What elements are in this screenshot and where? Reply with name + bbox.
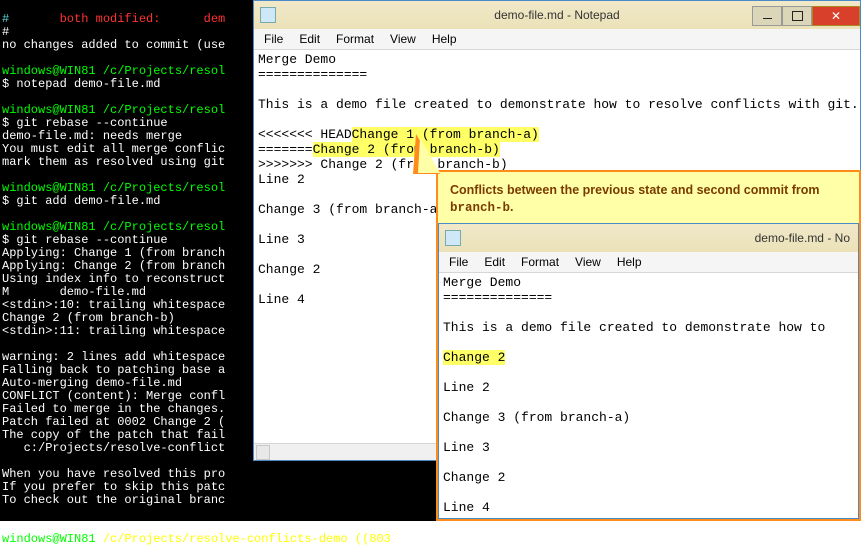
notepad-window-result[interactable]: demo-file.md - No File Edit Format View …	[438, 223, 859, 519]
window-title: demo-file.md - No	[755, 231, 850, 245]
menu-edit[interactable]: Edit	[476, 253, 513, 271]
t: Using index info to reconstruct	[2, 272, 225, 286]
t: Change 2 (from branch-b)	[2, 311, 175, 325]
text-editor[interactable]: Merge Demo ============== This is a demo…	[439, 273, 858, 518]
t: #	[2, 25, 9, 39]
titlebar[interactable]: demo-file.md - Notepad	[254, 1, 860, 29]
t: mark them as resolved using git	[2, 155, 225, 169]
menu-format[interactable]: Format	[328, 30, 382, 48]
menu-edit[interactable]: Edit	[291, 30, 328, 48]
line: Line 2	[443, 380, 490, 395]
annotation-callout: Conflicts between the previous state and…	[436, 170, 861, 521]
line: Change 3 (from branch-a)	[443, 410, 630, 425]
t: c:/Projects/resolve-conflict	[2, 441, 225, 455]
t: Failed to merge in the changes.	[2, 402, 225, 416]
line: Merge Demo	[258, 52, 336, 67]
t: Patch failed at 0002 Change 2 (	[2, 415, 225, 429]
t: You must edit all merge conflic	[2, 142, 225, 156]
line: Line 4	[443, 500, 490, 515]
t: M demo-file.md	[2, 285, 146, 299]
menubar: File Edit Format View Help	[439, 252, 858, 273]
cmd: $ git rebase --continue	[2, 116, 168, 130]
annotation-text: Conflicts between the previous state and…	[438, 172, 859, 223]
titlebar[interactable]: demo-file.md - No	[439, 224, 858, 252]
cmd: $ git add demo-file.md	[2, 194, 160, 208]
prompt-path: /c/Projects/resolve-conflicts-demo ((803	[103, 532, 391, 546]
t: <stdin>:11: trailing whitespace	[2, 324, 225, 338]
menu-file[interactable]: File	[256, 30, 291, 48]
maximize-button[interactable]	[782, 6, 812, 26]
menu-file[interactable]: File	[441, 253, 476, 271]
t: demo-file.md: needs merge	[2, 129, 182, 143]
menu-help[interactable]: Help	[609, 253, 650, 271]
t: both modified:	[60, 12, 204, 26]
window-title: demo-file.md - Notepad	[494, 8, 619, 22]
line: Change 3 (from branch-a)	[258, 202, 445, 217]
menu-view[interactable]: View	[382, 30, 424, 48]
line: ==============	[258, 67, 367, 82]
line: Merge Demo	[443, 275, 521, 290]
cmd: $ git rebase --continue	[2, 233, 168, 247]
conflict-theirs: Change 2 (from branch-b)	[313, 142, 500, 157]
t: Auto-merging demo-file.md	[2, 376, 182, 390]
t: .	[510, 200, 513, 214]
prompt: windows@WIN81 /c/Projects/resol	[2, 64, 225, 78]
minimize-button[interactable]	[752, 6, 782, 26]
cmd: $ notepad demo-file.md	[2, 545, 160, 559]
line: Change 2	[443, 470, 505, 485]
t: <stdin>:10: trailing whitespace	[2, 298, 225, 312]
menu-format[interactable]: Format	[513, 253, 567, 271]
t: CONFLICT (content): Merge confl	[2, 389, 225, 403]
line: Line 3	[258, 232, 305, 247]
notepad-icon	[445, 230, 461, 246]
line: ==============	[443, 290, 552, 305]
t: Conflicts between the previous state and…	[450, 183, 820, 197]
t: When you have resolved this pro	[2, 467, 225, 481]
line: This is a demo file created to demonstra…	[258, 97, 859, 112]
menubar: File Edit Format View Help	[254, 29, 860, 50]
t: If you prefer to skip this patc	[2, 480, 225, 494]
menu-view[interactable]: View	[567, 253, 609, 271]
t: Applying: Change 1 (from branch	[2, 246, 225, 260]
prompt: windows@WIN81 /c/Projects/resol	[2, 181, 225, 195]
conflict-ours: Change 1 (from branch-a)	[352, 127, 539, 142]
t: warning: 2 lines add whitespace	[2, 350, 225, 364]
notepad-icon	[260, 7, 276, 23]
line: This is a demo file created to demonstra…	[443, 320, 833, 335]
prompt-user: windows@WIN81	[2, 532, 103, 546]
t: The copy of the patch that fail	[2, 428, 225, 442]
conflict-sep-marker: =======	[258, 142, 313, 157]
t: branch-b	[450, 201, 510, 215]
close-button[interactable]	[812, 6, 860, 26]
t: dem	[204, 12, 226, 26]
line-highlighted: Change 2	[443, 350, 505, 365]
line: Line 4	[258, 292, 305, 307]
conflict-head-marker: <<<<<<< HEAD	[258, 127, 352, 142]
t: Falling back to patching base a	[2, 363, 225, 377]
menu-help[interactable]: Help	[424, 30, 465, 48]
line: Line 2	[258, 172, 305, 187]
t: Applying: Change 2 (from branch	[2, 259, 225, 273]
t: no changes added to commit (use	[2, 38, 225, 52]
prompt: windows@WIN81 /c/Projects/resol	[2, 220, 225, 234]
line: Change 2	[258, 262, 320, 277]
cmd: $ notepad demo-file.md	[2, 77, 160, 91]
prompt: windows@WIN81 /c/Projects/resol	[2, 103, 225, 117]
line: Line 3	[443, 440, 490, 455]
t: #	[2, 12, 60, 26]
t: To check out the original branc	[2, 493, 225, 507]
